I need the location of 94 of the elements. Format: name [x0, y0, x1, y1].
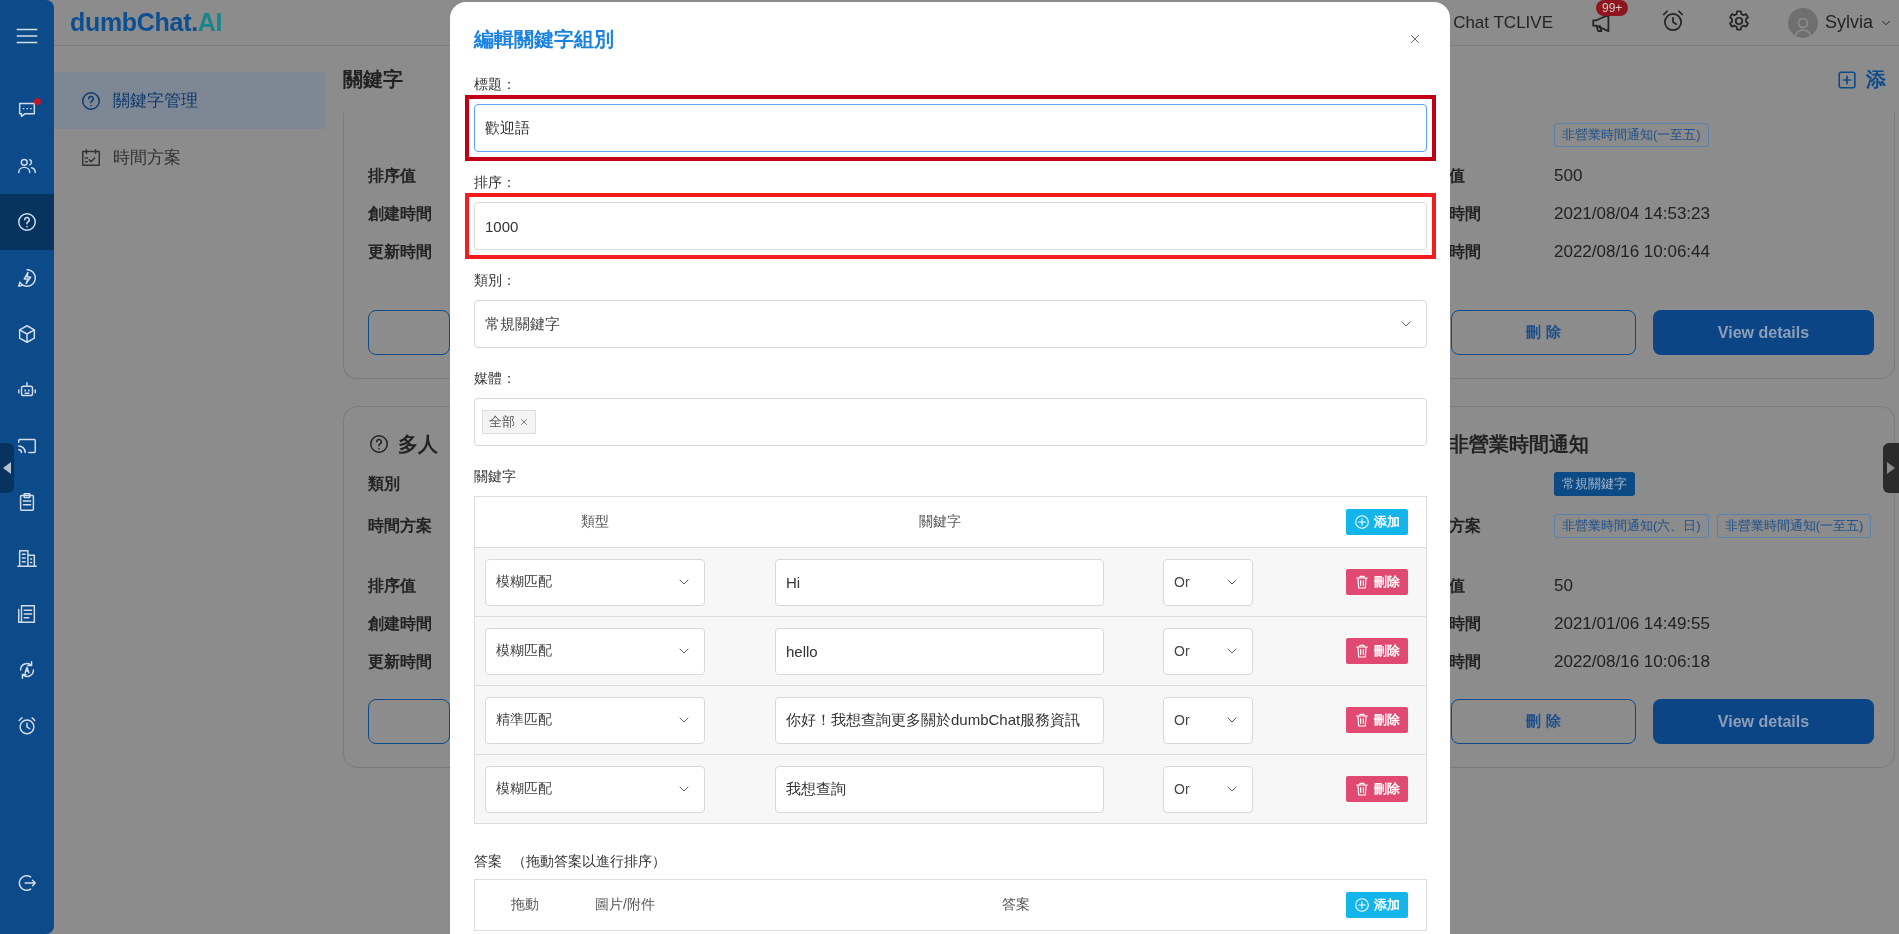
match-type-select[interactable]: 精準匹配 [485, 696, 705, 744]
select-field[interactable]: 常規關鍵字 [474, 300, 1427, 348]
help-icon [16, 211, 38, 233]
schedule-tag: 非營業時間通知(一至五) [1716, 514, 1872, 538]
subnav-item[interactable]: 時間方案 [54, 129, 325, 186]
logic-select[interactable]: Or [1163, 765, 1253, 813]
field-label: 時間 [1449, 241, 1482, 262]
delete-button[interactable]: 刪除 [1346, 776, 1408, 802]
column-header: 關鍵字 [917, 513, 962, 531]
logic-select[interactable]: Or [1163, 696, 1253, 744]
close-icon [1408, 32, 1422, 46]
field-label: 時間 [1449, 651, 1482, 672]
calendar-check-icon [80, 146, 102, 169]
field-label: 值 [1449, 165, 1466, 186]
field-label: 更新時間 [368, 241, 433, 262]
trash-icon [1354, 712, 1370, 728]
field-label: 類別 [368, 473, 401, 494]
cube-icon [16, 323, 38, 345]
column-header: 答案 [1000, 896, 1031, 914]
building-icon [16, 547, 38, 569]
nav-button[interactable] [15, 266, 39, 290]
triangle-left-icon [2, 461, 12, 475]
field-label: 排序值 [368, 575, 417, 596]
help-icon [80, 89, 102, 112]
section-hint: （拖動答案以進行排序） [512, 853, 666, 869]
delete-button[interactable]: 刪除 [1346, 638, 1408, 664]
triangle-right-icon [1886, 461, 1896, 475]
nav-button[interactable] [15, 210, 39, 234]
field-label: 時間 [1449, 203, 1482, 224]
plus-circle-icon [1354, 897, 1370, 913]
input-field[interactable]: 歡迎語 [474, 104, 1427, 152]
logo: dumbChat.AI [70, 8, 223, 37]
media-chip[interactable]: 全部 [482, 410, 536, 434]
lightning-chat-icon [16, 267, 38, 289]
document-icon [16, 603, 38, 625]
trash-icon [1354, 781, 1370, 797]
field-value: 50 [1554, 576, 1574, 596]
plus-square-icon [1836, 68, 1858, 91]
remove-icon [519, 417, 529, 427]
delete-button[interactable]: 刪除 [1346, 707, 1408, 733]
category-badge: 常規關鍵字 [1554, 472, 1635, 496]
schedule-tag: 非營業時間通知(一至五) [1554, 123, 1709, 147]
field-value: 2021/08/04 14:53:23 [1554, 204, 1711, 224]
expand-tab[interactable] [1883, 443, 1899, 493]
field-label: 類別： [474, 271, 517, 290]
alarm-clock-icon [16, 715, 38, 737]
column-header: 拖動 [510, 896, 540, 914]
logic-select[interactable]: Or [1163, 627, 1253, 675]
column-header: 類型 [580, 513, 610, 531]
close-button[interactable] [1408, 32, 1422, 46]
field-label: 更新時間 [368, 651, 433, 672]
notification-badge: 99+ [1596, 0, 1629, 16]
logic-select[interactable]: Or [1163, 558, 1253, 606]
page-title: 關鍵字 [343, 67, 403, 92]
field-label: 時間 [1449, 613, 1482, 634]
view-details-button[interactable]: View details [1653, 310, 1874, 355]
schedule-tag: 非營業時間通知(六、日) [1554, 514, 1709, 538]
modal-title: 編輯關鍵字組別 [474, 26, 614, 52]
field-label: 創建時間 [368, 613, 433, 634]
trash-icon [1354, 574, 1370, 590]
keyword-input[interactable]: 你好！我想查詢更多關於dumbChat服務資訊 [775, 696, 1104, 744]
section-label: 關鍵字 [474, 467, 517, 486]
field-label: 方案 [1449, 515, 1482, 536]
match-type-select[interactable]: 模糊匹配 [485, 558, 705, 606]
field-value: 2022/08/16 10:06:44 [1554, 242, 1711, 262]
field-value: 500 [1554, 166, 1584, 186]
card-title: 非營業時間通知 [1449, 431, 1589, 457]
field-label: 排序： [474, 173, 517, 192]
field-value: 2022/08/16 10:06:18 [1554, 652, 1711, 672]
logout-icon [16, 872, 38, 894]
user-name[interactable]: Sylvia [1825, 12, 1873, 33]
trash-icon [1354, 643, 1370, 659]
section-label: 答案 [474, 853, 502, 869]
match-type-select[interactable]: 模糊匹配 [485, 627, 705, 675]
field-label: 創建時間 [368, 203, 433, 224]
column-header: 圖片/附件 [594, 896, 656, 914]
match-type-select[interactable]: 模糊匹配 [485, 765, 705, 813]
keyword-input[interactable]: 我想查詢 [775, 765, 1104, 813]
field-label: 時間方案 [368, 515, 433, 536]
card-title: 多人 [398, 431, 438, 457]
plus-circle-icon [1354, 514, 1370, 530]
field-label: 標題： [474, 75, 517, 94]
field-label: 值 [1449, 575, 1466, 596]
field-label: 媒體： [474, 369, 517, 388]
view-details-button[interactable]: View details [1653, 699, 1874, 744]
input-field[interactable]: 1000 [474, 202, 1427, 250]
field-value: 2021/01/06 14:49:55 [1554, 614, 1711, 634]
field-label: 排序值 [368, 165, 417, 186]
keyword-input[interactable]: hello [775, 627, 1104, 675]
delete-button[interactable]: 刪除 [1346, 569, 1408, 595]
collapse-tab[interactable] [0, 443, 14, 493]
tag-field[interactable]: 全部 [474, 398, 1427, 446]
workspace-name: Chat TCLIVE [1453, 12, 1553, 33]
keyword-input[interactable]: Hi [775, 558, 1104, 606]
